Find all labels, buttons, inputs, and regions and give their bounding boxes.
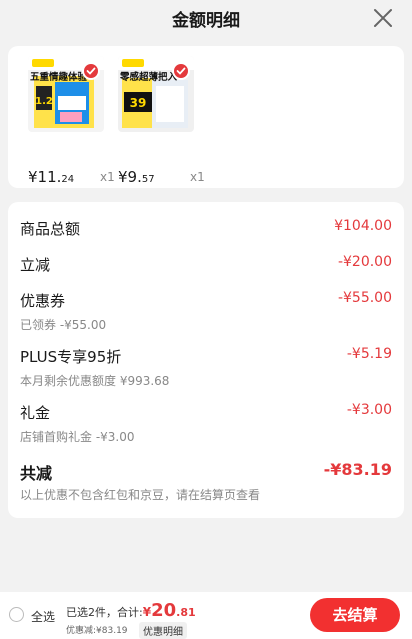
svg-text:1.2: 1.2 <box>35 96 53 107</box>
select-all-radio[interactable] <box>9 607 24 622</box>
product-item[interactable]: 39 零感超薄把入 ¥9.57 x1 <box>118 56 218 186</box>
close-icon[interactable] <box>372 7 394 29</box>
row-label: 礼金 <box>20 404 51 422</box>
row-sub: 本月剩余优惠额度 ¥993.68 <box>20 374 170 388</box>
svg-text:39: 39 <box>130 96 147 110</box>
row-value: -¥55.00 <box>337 290 392 306</box>
discount-text: 优惠减:¥83.19 <box>66 626 128 636</box>
row-label: 立减 <box>20 256 51 274</box>
row-value: -¥5.19 <box>346 346 392 362</box>
total-amount: 20 <box>151 600 177 621</box>
product-image: 39 零感超薄把入 <box>118 56 194 132</box>
row-sub: 店铺首购礼金 -¥3.00 <box>20 430 135 444</box>
row-value: -¥20.00 <box>337 254 392 270</box>
row-label: PLUS专享95折 <box>20 348 122 366</box>
row-label: 优惠券 <box>20 292 66 310</box>
row-label: 商品总额 <box>20 220 81 238</box>
product-price: ¥9.57 <box>118 168 155 186</box>
product-qty: x1 <box>100 170 115 184</box>
product-image-text: 零感超薄把入 <box>120 72 178 83</box>
selected-check-icon <box>82 62 100 80</box>
product-image-text: 五重情趣体验 <box>30 72 88 83</box>
selected-check-icon <box>172 62 190 80</box>
product-card: 1.2 五重情趣体验 ¥11.24 x1 39 零感超薄把入 ¥9.57 x1 <box>8 46 404 188</box>
row-sub: 已领券 -¥55.00 <box>20 318 107 332</box>
row-value: ¥104.00 <box>334 218 392 234</box>
checkout-button[interactable]: 去结算 <box>310 598 400 632</box>
product-item[interactable]: 1.2 五重情趣体验 ¥11.24 x1 <box>28 56 128 186</box>
product-qty: x1 <box>190 170 205 184</box>
discount-detail-link[interactable]: 优惠明细 <box>139 622 187 639</box>
page-title: 金额明细 <box>172 11 240 31</box>
product-price: ¥11.24 <box>28 168 75 186</box>
select-all-label[interactable]: 全选 <box>31 608 55 625</box>
row-value: -¥3.00 <box>346 402 392 418</box>
row-sub: 以上优惠不包含红包和京豆，请在结算页查看 <box>20 488 261 502</box>
bottom-bar: 全选 已选2件，合计:¥20.81 优惠减:¥83.19 优惠明细 去结算 <box>0 592 412 639</box>
row-value: -¥83.19 <box>323 460 392 479</box>
price-details-card: 商品总额 ¥104.00 立减 -¥20.00 优惠券 -¥55.00 已领券 … <box>8 202 404 518</box>
selected-summary: 已选2件，合计:¥20.81 <box>66 600 196 621</box>
header: 金额明细 <box>0 0 412 36</box>
product-image: 1.2 五重情趣体验 <box>28 56 104 132</box>
row-label: 共减 <box>20 464 53 483</box>
